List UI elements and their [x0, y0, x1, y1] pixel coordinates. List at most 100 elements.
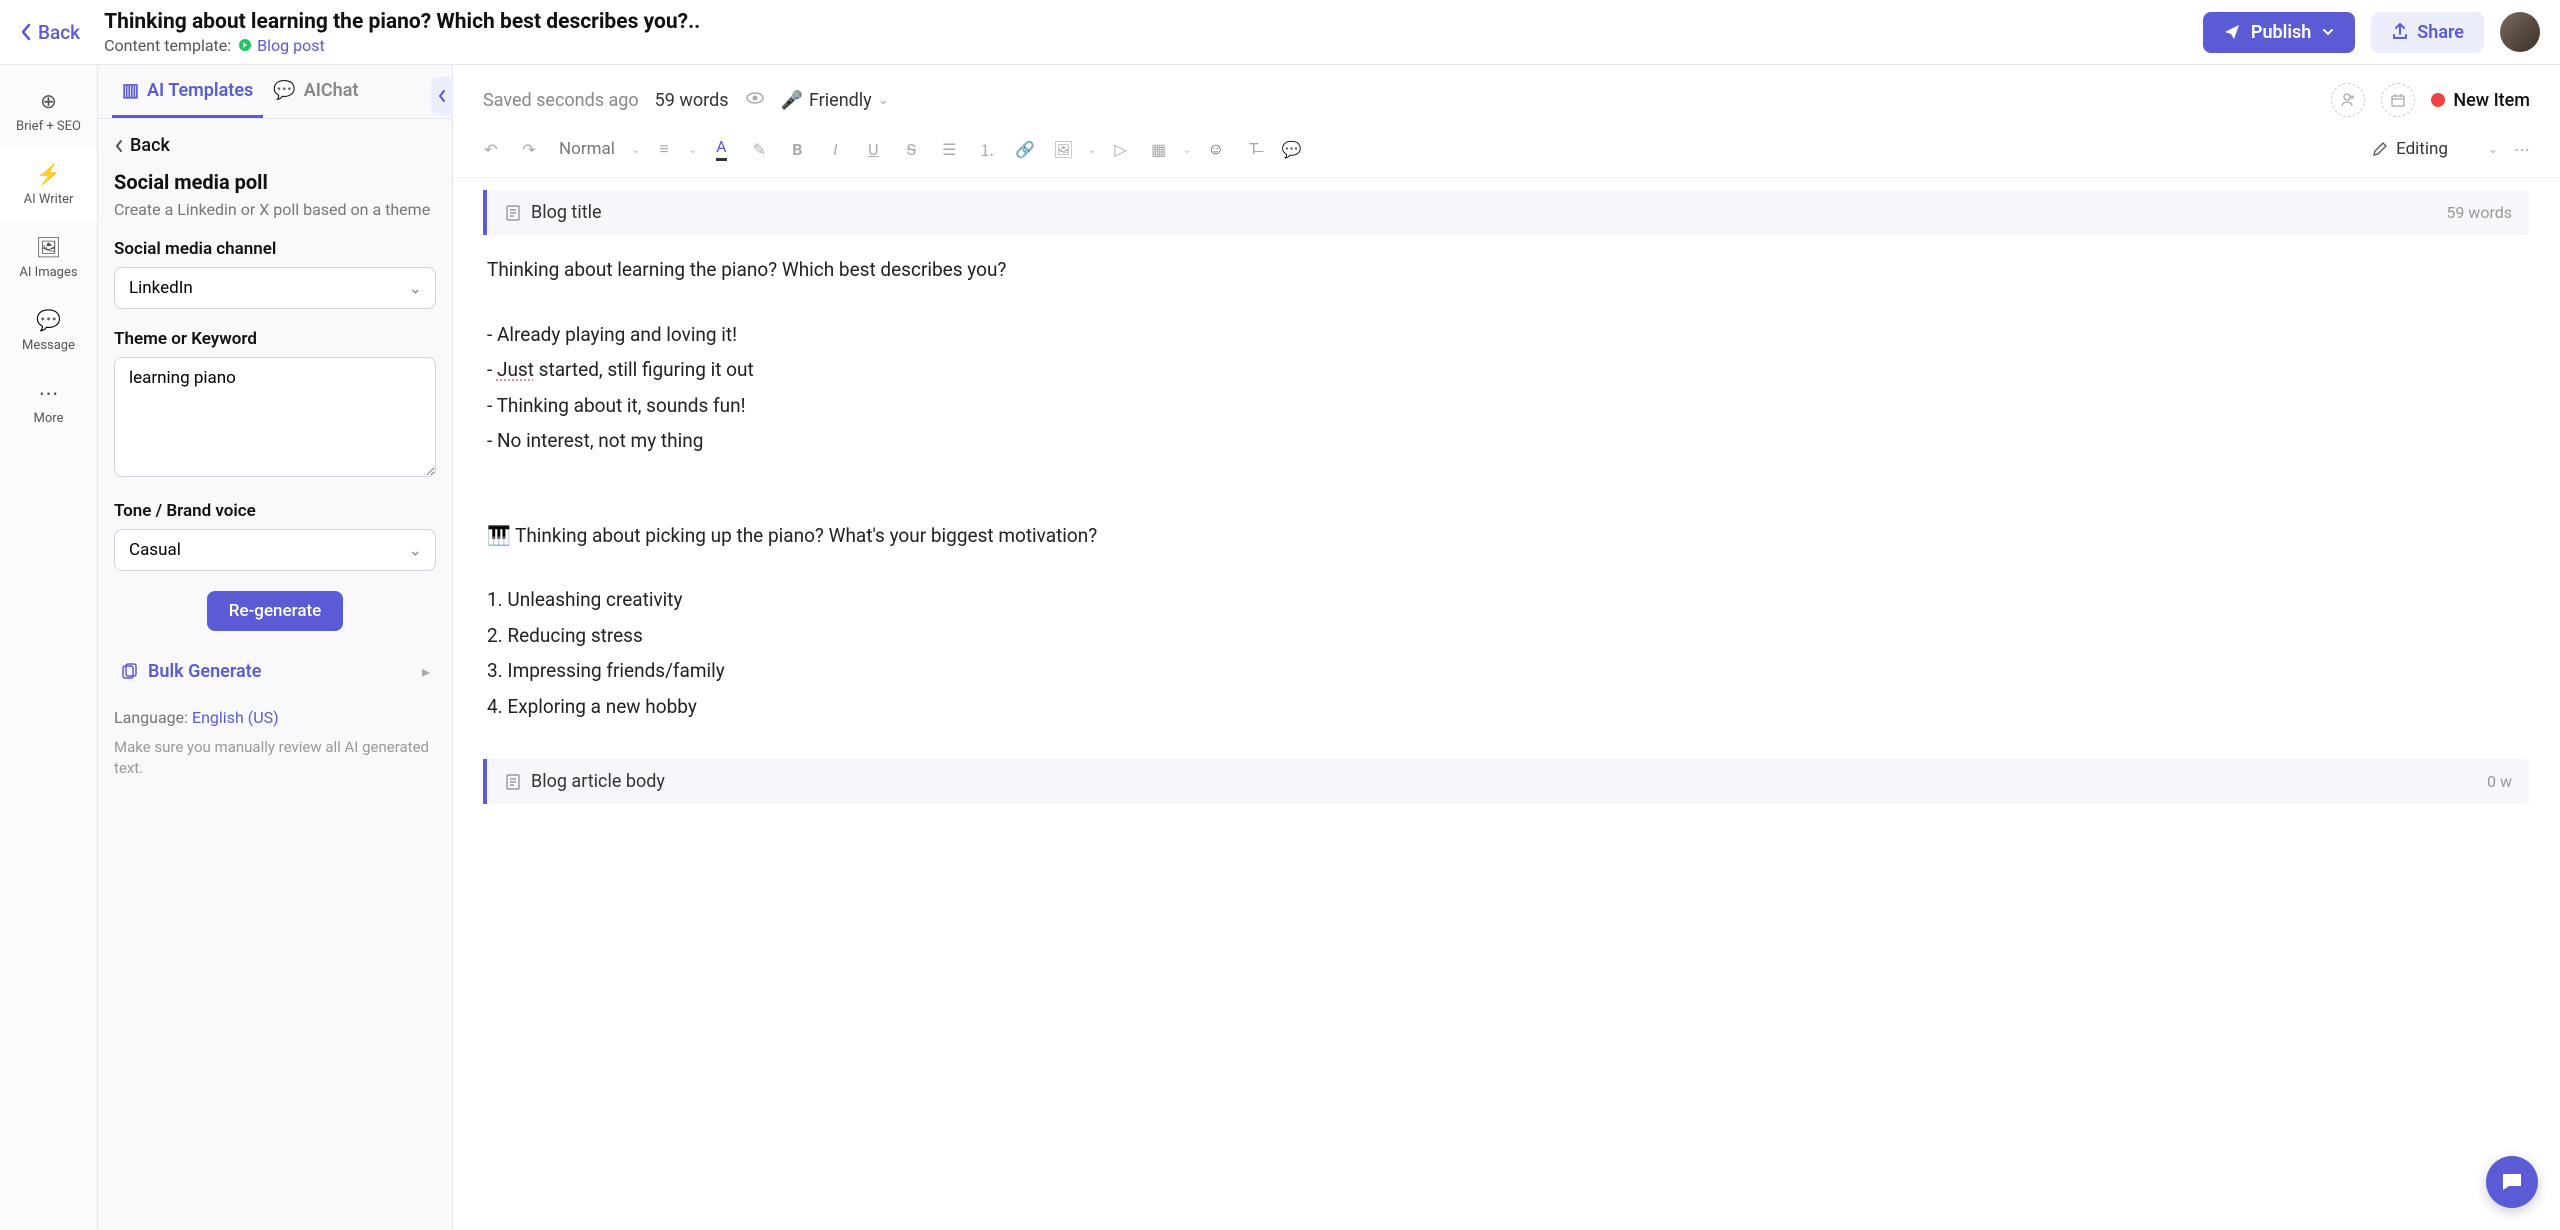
format-select[interactable]: Normal [553, 139, 621, 159]
word-count: 59 words [655, 90, 729, 111]
tone-selector[interactable]: 🎤 Friendly ⌄ [781, 90, 889, 111]
bold-button[interactable]: B [783, 135, 811, 163]
back-label: Back [38, 21, 80, 44]
topbar-titles: Thinking about learning the piano? Which… [104, 10, 2203, 55]
chevron-left-icon [114, 139, 124, 153]
channel-select[interactable]: LinkedIn [114, 267, 436, 309]
blog-icon [237, 37, 253, 53]
chevron-down-icon: ⌄ [1183, 143, 1192, 156]
template-description: Create a Linkedin or X poll based on a t… [114, 200, 436, 219]
theme-textarea[interactable] [114, 357, 436, 477]
link-button[interactable]: 🔗 [1011, 135, 1039, 163]
sidebar-body: Back Social media poll Create a Linkedin… [98, 119, 452, 1230]
image-button[interactable]: 🖼 [1049, 135, 1077, 163]
document-icon [505, 204, 521, 222]
strikethrough-button[interactable]: S [897, 135, 925, 163]
image-icon: 🖼 [36, 235, 61, 259]
topbar-actions: Publish Share [2203, 12, 2540, 53]
bulk-generate-button[interactable]: Bulk Generate ▸ [114, 651, 436, 692]
chat-bubble-icon: 💬 [273, 80, 295, 101]
text-color-button[interactable]: A [707, 135, 735, 163]
play-button[interactable]: ▷ [1107, 135, 1135, 163]
section-blog-title: Blog title 59 words [483, 190, 2530, 235]
editor-area: Saved seconds ago 59 words 🎤 Friendly ⌄ … [453, 65, 2560, 1230]
content-template-link[interactable]: Blog post [237, 36, 325, 55]
sidebar: ▥ AI Templates 💬 AIChat Back Social medi… [98, 65, 453, 1230]
user-plus-icon [2340, 92, 2356, 108]
chevron-left-icon [20, 23, 32, 41]
left-rail: ⊕ Brief + SEO ⚡ AI Writer 🖼 AI Images 💬 … [0, 65, 98, 1230]
rail-more[interactable]: ⋯ More [0, 367, 97, 440]
rail-ai-images[interactable]: 🖼 AI Images [0, 221, 97, 294]
template-heading: Social media poll [114, 170, 436, 194]
publish-button[interactable]: Publish [2203, 12, 2355, 53]
bullet-list-button[interactable]: ☰ [935, 135, 963, 163]
comment-button[interactable]: 💬 [1278, 135, 1306, 163]
italic-button[interactable]: I [821, 135, 849, 163]
highlight-button[interactable]: ✎ [745, 135, 773, 163]
theme-label: Theme or Keyword [114, 329, 436, 349]
copy-icon [120, 663, 138, 681]
review-note: Make sure you manually review all AI gen… [114, 737, 436, 779]
tone-label: Tone / Brand voice [114, 501, 436, 521]
language-link[interactable]: English (US) [192, 708, 279, 727]
editing-mode-button[interactable]: Editing ⌄ [2372, 139, 2498, 159]
chevron-down-icon: ⌄ [688, 143, 697, 156]
page-subtitle: Content template: Blog post [104, 36, 2203, 55]
channel-label: Social media channel [114, 239, 436, 259]
dots-icon: ⋯ [39, 381, 59, 405]
chevron-down-icon: ⌄ [878, 93, 889, 108]
more-options-button[interactable]: ⋯ [2508, 135, 2536, 163]
tone-select[interactable]: Casual [114, 529, 436, 571]
page-title: Thinking about learning the piano? Which… [104, 10, 2203, 34]
new-item-badge[interactable]: New Item [2431, 90, 2530, 111]
topbar-back-button[interactable]: Back [20, 21, 80, 44]
align-button[interactable]: ≡ [650, 135, 678, 163]
regenerate-button[interactable]: Re-generate [207, 591, 344, 631]
target-icon: ⊕ [40, 89, 57, 113]
document-icon [505, 773, 521, 791]
help-chat-button[interactable] [2486, 1156, 2538, 1208]
section-word-count-2: 0 w [2487, 772, 2512, 791]
undo-button[interactable]: ↶ [477, 135, 505, 163]
content-block-1[interactable]: Thinking about learning the piano? Which… [483, 235, 2530, 747]
tab-ai-chat[interactable]: 💬 AIChat [263, 66, 368, 118]
number-list-button[interactable]: ⒈ [973, 135, 1001, 163]
chevron-left-icon [437, 89, 447, 103]
section-article-body: Blog article body 0 w [483, 759, 2530, 804]
status-dot-icon [2431, 93, 2445, 107]
chat-icon [2499, 1169, 2525, 1195]
calendar-button[interactable] [2381, 83, 2415, 117]
underline-button[interactable]: U [859, 135, 887, 163]
rail-ai-writer[interactable]: ⚡ AI Writer [0, 148, 97, 221]
clear-format-button[interactable]: T̶ [1240, 135, 1268, 163]
content-template-label: Content template: [104, 36, 231, 55]
eye-icon[interactable] [745, 88, 765, 112]
sidebar-back-button[interactable]: Back [114, 135, 436, 156]
chevron-down-icon: ⌄ [1087, 143, 1096, 156]
rail-brief-seo[interactable]: ⊕ Brief + SEO [0, 75, 97, 148]
chevron-down-icon [2321, 25, 2335, 39]
table-button[interactable]: ▦ [1145, 135, 1173, 163]
emoji-button[interactable]: ☺ [1202, 135, 1230, 163]
calendar-icon [2390, 92, 2406, 108]
redo-button[interactable]: ↷ [515, 135, 543, 163]
language-row: Language: English (US) [114, 708, 436, 727]
chat-icon: 💬 [36, 308, 61, 332]
sidebar-tabs: ▥ AI Templates 💬 AIChat [98, 65, 452, 119]
add-user-button[interactable] [2331, 83, 2365, 117]
pencil-icon [2372, 141, 2388, 157]
bolt-icon: ⚡ [36, 162, 61, 186]
editor-status-bar: Saved seconds ago 59 words 🎤 Friendly ⌄ … [453, 65, 2560, 127]
editor-content[interactable]: Blog title 59 words Thinking about learn… [453, 178, 2560, 1230]
toolbar: ↶ ↷ Normal ⌄ ≡ ⌄ A ✎ B I U S ☰ ⒈ 🔗 🖼 ⌄ ▷… [453, 127, 2560, 178]
share-button[interactable]: Share [2371, 12, 2484, 53]
chevron-down-icon: ⌄ [631, 143, 640, 156]
topbar: Back Thinking about learning the piano? … [0, 0, 2560, 65]
triangle-right-icon: ▸ [422, 662, 430, 681]
tab-ai-templates[interactable]: ▥ AI Templates [112, 66, 263, 118]
sidebar-collapse-button[interactable] [431, 77, 453, 115]
send-icon [2223, 23, 2241, 41]
rail-message[interactable]: 💬 Message [0, 294, 97, 367]
user-avatar[interactable] [2500, 12, 2540, 52]
